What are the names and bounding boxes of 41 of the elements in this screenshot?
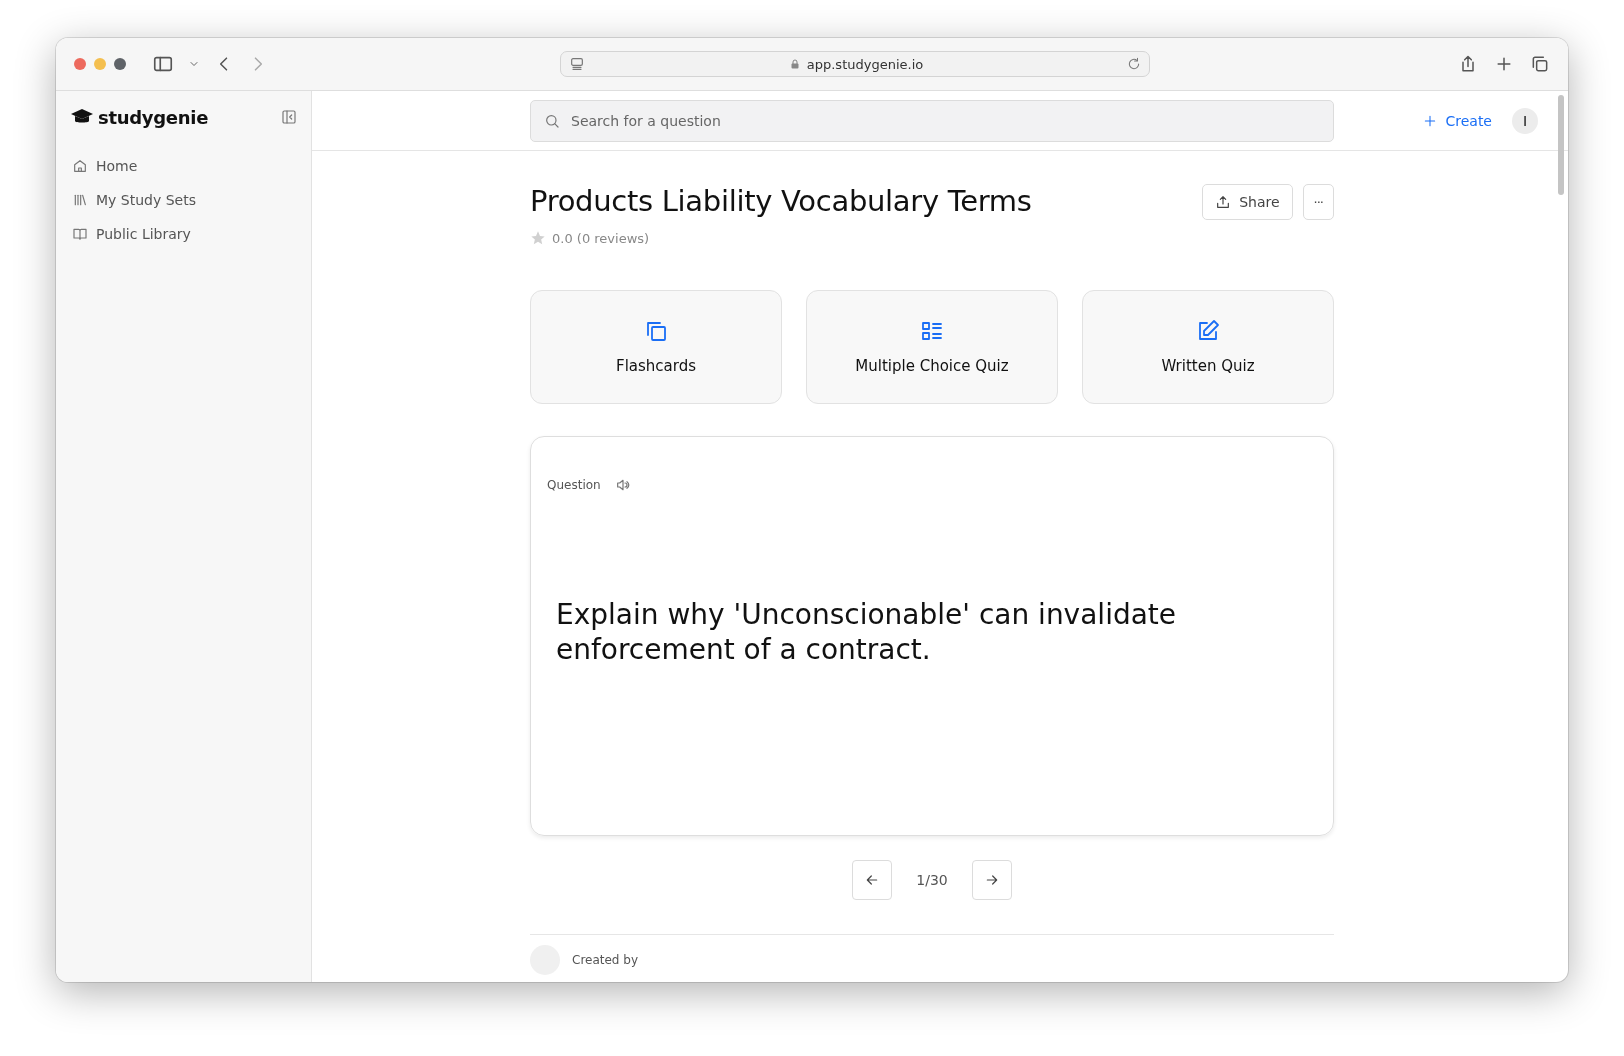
- edit-icon: [1196, 319, 1220, 343]
- tabs-icon[interactable]: [1530, 54, 1550, 74]
- star-icon: [530, 230, 546, 246]
- app-logo-text: studygenie: [98, 106, 209, 128]
- upload-icon: [1215, 194, 1232, 210]
- sidebar-item[interactable]: Home: [70, 149, 297, 183]
- list-icon: [920, 319, 944, 343]
- next-button[interactable]: [971, 860, 1012, 900]
- user-avatar[interactable]: I: [1512, 107, 1538, 134]
- created-by-label: Created by: [572, 953, 639, 967]
- rating-text: 0.0 (0 reviews): [552, 230, 650, 246]
- share-button[interactable]: Share: [1202, 184, 1293, 220]
- library-icon: [72, 192, 88, 208]
- study-mode-card[interactable]: Flashcards: [530, 290, 782, 404]
- question-text: Explain why 'Unconscionable' can invalidate enforcement of a contract.: [556, 597, 1178, 667]
- card-side-label: Question: [547, 478, 601, 492]
- plus-icon: [1423, 113, 1438, 128]
- window-control-icon[interactable]: [74, 58, 86, 70]
- search-field[interactable]: Search for a question: [530, 99, 1334, 142]
- reload-icon[interactable]: [1127, 57, 1141, 71]
- create-button[interactable]: Create: [1419, 108, 1496, 133]
- address-bar[interactable]: app.studygenie.io: [560, 51, 1150, 77]
- study-mode-card[interactable]: Written Quiz: [1082, 290, 1334, 404]
- card-counter: 1/30: [916, 872, 948, 888]
- scrollbar[interactable]: [1558, 95, 1564, 195]
- window-control-icon[interactable]: [114, 58, 126, 70]
- home-icon: [72, 158, 88, 174]
- book-icon: [72, 226, 88, 242]
- search-icon: [544, 112, 560, 129]
- more-button[interactable]: ···: [1302, 184, 1334, 220]
- copy-icon: [644, 319, 668, 343]
- url-text: app.studygenie.io: [806, 56, 924, 72]
- page-icon: [569, 56, 585, 72]
- study-set-title: Products Liability Vocabulary Terms: [530, 184, 1032, 218]
- sidebar-item[interactable]: My Study Sets: [70, 183, 297, 217]
- sidebar-item[interactable]: Public Library: [70, 217, 297, 251]
- flashcard[interactable]: Question Explain why 'Unconscionable' can invalidate enforcement of a contract.: [530, 436, 1334, 836]
- previous-button[interactable]: [852, 860, 893, 900]
- collapse-sidebar-icon[interactable]: [281, 109, 297, 125]
- study-mode-card[interactable]: Multiple Choice Quiz: [806, 290, 1058, 404]
- speaker-icon[interactable]: [614, 477, 631, 493]
